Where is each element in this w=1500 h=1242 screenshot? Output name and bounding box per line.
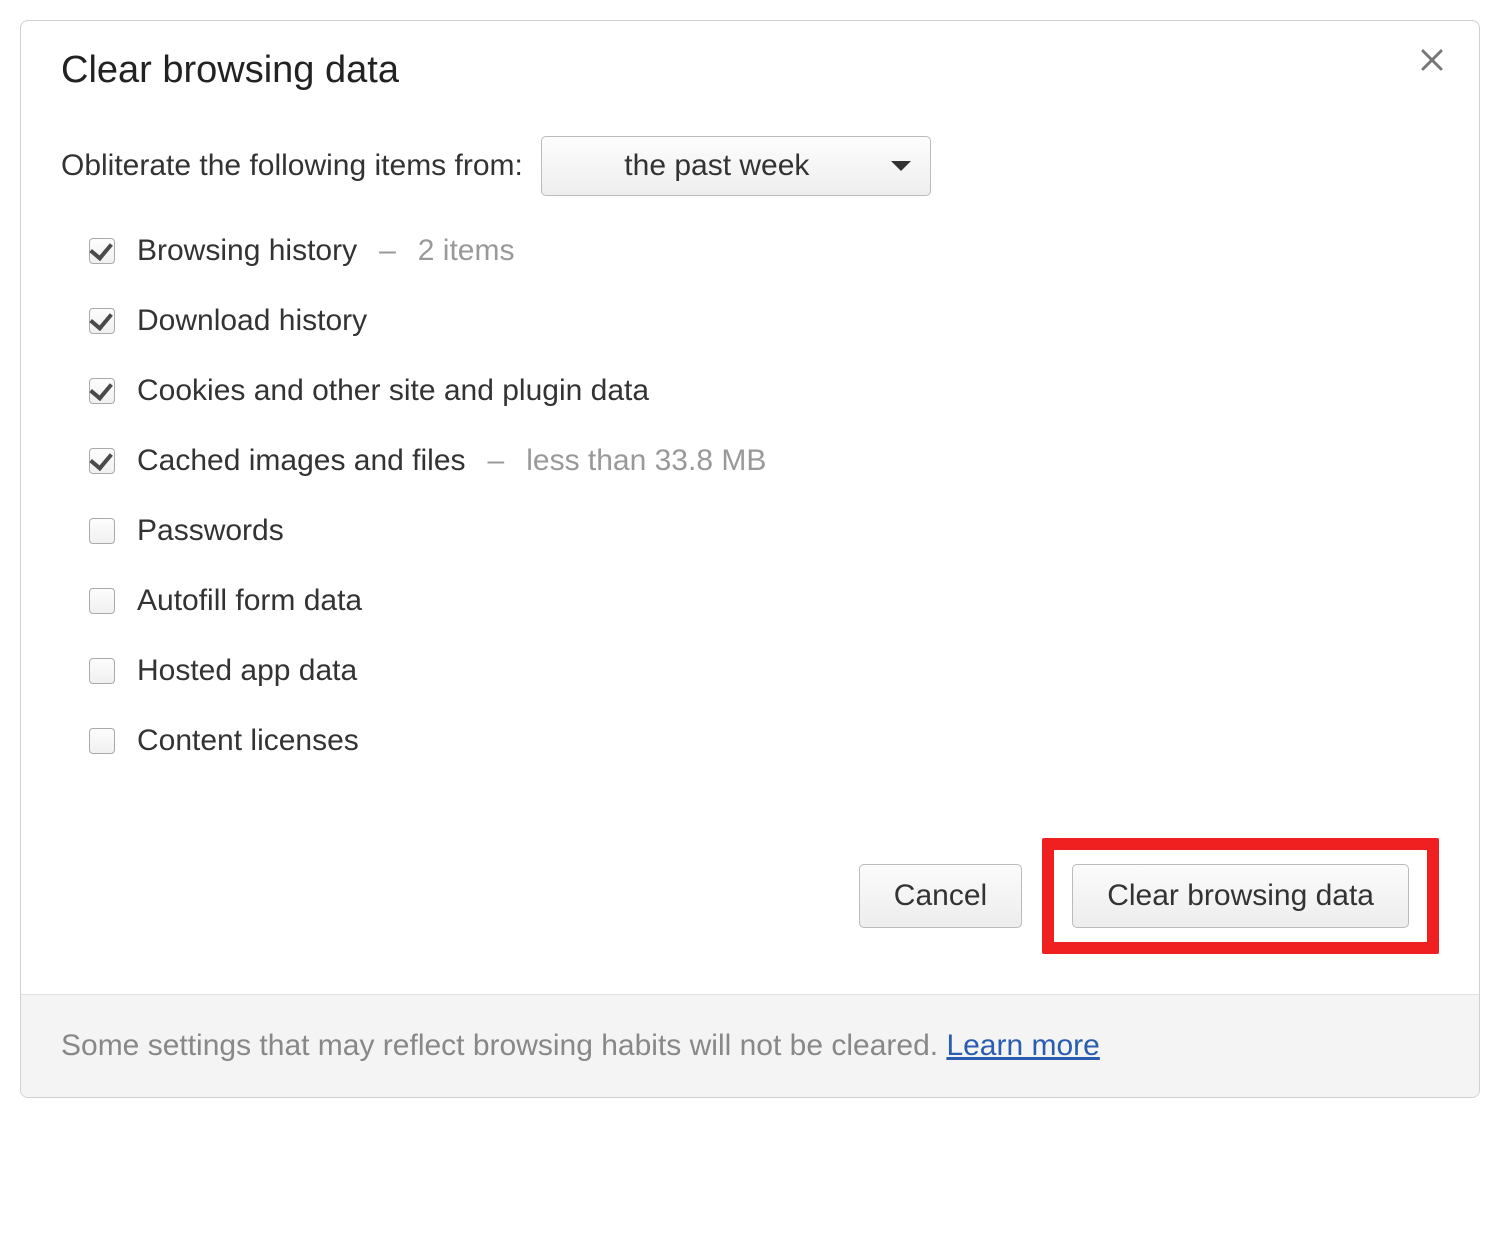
time-range-select[interactable]: the past week <box>541 136 931 196</box>
dialog-body: Obliterate the following items from: the… <box>21 112 1479 838</box>
checkbox[interactable] <box>89 588 115 614</box>
checkbox-label: Cookies and other site and plugin data <box>137 374 649 408</box>
checkbox-row: Cached images and files–less than 33.8 M… <box>89 444 1439 478</box>
close-button[interactable] <box>1415 43 1449 77</box>
checkbox-note: 2 items <box>418 234 515 268</box>
time-range-label: Obliterate the following items from: <box>61 149 523 183</box>
checkbox-list: Browsing history–2 itemsDownload history… <box>61 234 1439 758</box>
checkbox[interactable] <box>89 378 115 404</box>
time-range-select-wrapper: the past week <box>541 136 931 196</box>
checkbox-label: Content licenses <box>137 724 359 758</box>
footer-message: Some settings that may reflect browsing … <box>61 1029 946 1062</box>
checkbox-label: Browsing history <box>137 234 357 268</box>
close-icon <box>1421 44 1443 76</box>
footer-text: Some settings that may reflect browsing … <box>61 1029 1100 1062</box>
dialog-actions: Cancel Clear browsing data <box>21 838 1479 994</box>
checkbox[interactable] <box>89 448 115 474</box>
separator-dash: – <box>488 444 505 478</box>
checkbox-label: Passwords <box>137 514 284 548</box>
time-range-row: Obliterate the following items from: the… <box>61 136 1439 196</box>
checkbox-row: Cookies and other site and plugin data <box>89 374 1439 408</box>
checkbox-label: Cached images and files <box>137 444 466 478</box>
checkbox-row: Autofill form data <box>89 584 1439 618</box>
checkbox-row: Passwords <box>89 514 1439 548</box>
checkbox[interactable] <box>89 658 115 684</box>
highlight-annotation: Clear browsing data <box>1042 838 1439 954</box>
checkbox-note: less than 33.8 MB <box>526 444 766 478</box>
checkbox-label: Hosted app data <box>137 654 357 688</box>
dialog-title: Clear browsing data <box>61 49 1439 92</box>
checkbox-row: Browsing history–2 items <box>89 234 1439 268</box>
checkbox-row: Hosted app data <box>89 654 1439 688</box>
checkbox[interactable] <box>89 728 115 754</box>
clear-browsing-data-dialog: Clear browsing data Obliterate the follo… <box>20 20 1480 1098</box>
checkbox[interactable] <box>89 518 115 544</box>
checkbox-label: Download history <box>137 304 367 338</box>
checkbox[interactable] <box>89 238 115 264</box>
checkbox[interactable] <box>89 308 115 334</box>
learn-more-link[interactable]: Learn more <box>946 1029 1099 1062</box>
checkbox-label: Autofill form data <box>137 584 362 618</box>
separator-dash: – <box>379 234 396 268</box>
checkbox-row: Content licenses <box>89 724 1439 758</box>
clear-browsing-data-button[interactable]: Clear browsing data <box>1072 864 1409 928</box>
checkbox-row: Download history <box>89 304 1439 338</box>
dialog-footer: Some settings that may reflect browsing … <box>21 994 1479 1097</box>
dialog-header: Clear browsing data <box>21 21 1479 112</box>
cancel-button[interactable]: Cancel <box>859 864 1022 928</box>
